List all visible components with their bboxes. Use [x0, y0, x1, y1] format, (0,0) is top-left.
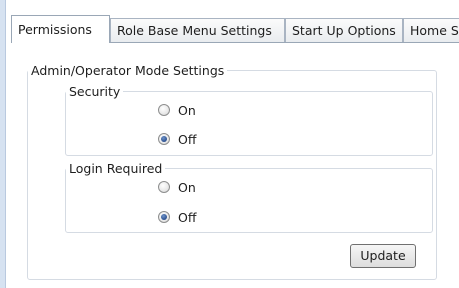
security-on-option[interactable]: On [158, 100, 196, 120]
login-off-label: Off [178, 209, 197, 225]
update-button[interactable]: Update [350, 244, 416, 268]
security-group: Security [65, 84, 433, 156]
window-left-edge [0, 0, 6, 288]
tab-start-up-options[interactable]: Start Up Options [285, 18, 403, 42]
settings-window: Permissions Role Base Menu Settings Star… [0, 0, 459, 288]
login-on-label: On [178, 179, 196, 195]
security-off-radio[interactable] [158, 133, 170, 145]
admin-operator-mode-legend: Admin/Operator Mode Settings [31, 63, 225, 78]
tab-role-base-menu-settings[interactable]: Role Base Menu Settings [110, 18, 285, 42]
login-off-radio[interactable] [158, 211, 170, 223]
tab-label: Home Se [410, 23, 459, 38]
tab-label: Permissions [18, 22, 92, 37]
tab-label: Role Base Menu Settings [117, 23, 272, 38]
tab-strip: Permissions Role Base Menu Settings Star… [11, 15, 459, 43]
security-legend: Security [69, 84, 121, 99]
login-required-group: Login Required [65, 161, 433, 233]
security-off-option[interactable]: Off [158, 129, 196, 149]
security-off-label: Off [178, 131, 197, 147]
security-on-label: On [178, 102, 196, 118]
login-required-legend: Login Required [69, 161, 163, 176]
tab-permissions[interactable]: Permissions [11, 15, 110, 43]
tab-home-settings[interactable]: Home Se [403, 18, 459, 42]
tab-label: Start Up Options [292, 23, 396, 38]
security-on-radio[interactable] [158, 104, 170, 116]
login-on-radio[interactable] [158, 181, 170, 193]
login-off-option[interactable]: Off [158, 207, 196, 227]
login-on-option[interactable]: On [158, 177, 196, 197]
